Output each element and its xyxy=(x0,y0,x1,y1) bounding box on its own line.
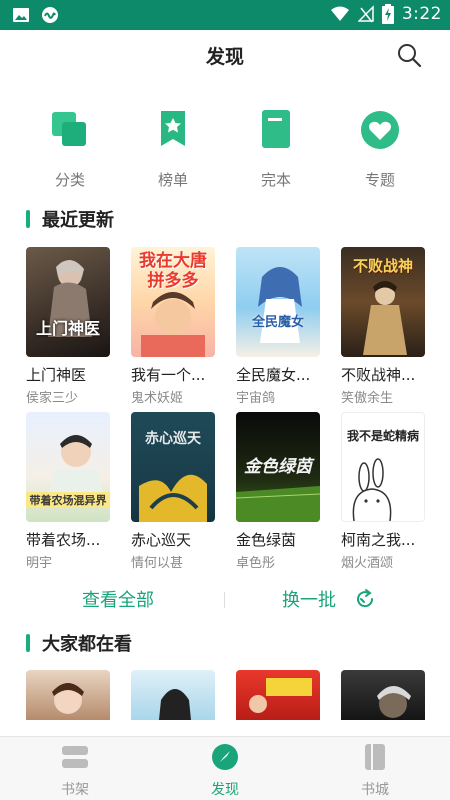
section-actions: 查看全部 换一批 xyxy=(0,584,450,616)
book-author: 宇宙鸽 xyxy=(236,391,276,406)
section-marker xyxy=(26,210,30,228)
category-completed[interactable]: 完本 xyxy=(231,108,321,190)
category-label: 榜单 xyxy=(157,171,188,189)
refresh-label: 换一批 xyxy=(282,590,336,611)
section-title: 最近更新 xyxy=(42,210,114,231)
app-notification-icon xyxy=(42,7,58,23)
book-card[interactable]: 我不是蛇精病 柯南之我... 烟火酒颂 xyxy=(341,412,425,571)
popular-cover-3[interactable] xyxy=(236,670,320,720)
book-cover: 上门神医 xyxy=(26,247,110,357)
book-title: 带着农场... xyxy=(26,531,101,549)
book-title: 全民魔女... xyxy=(236,366,311,384)
book-author: 笑傲余生 xyxy=(341,391,394,406)
book-card[interactable]: 我在大唐拼多多 我有一个... 鬼术妖姬 xyxy=(131,247,215,406)
section-recent-header: 最近更新 xyxy=(26,208,114,231)
cover-title: 我不是蛇精病 xyxy=(346,429,419,443)
category-label: 专题 xyxy=(364,171,395,189)
bookstore-icon xyxy=(365,744,385,770)
book-cover: 全民魔女 xyxy=(236,247,320,357)
nav-discover[interactable]: 发现 xyxy=(180,743,270,799)
search-icon xyxy=(398,44,422,68)
book-cover: 带着农场混异界 xyxy=(26,412,110,522)
refresh-icon[interactable] xyxy=(354,588,376,610)
heart-icon xyxy=(358,108,402,152)
nav-label: 书架 xyxy=(61,782,89,798)
book-title: 柯南之我... xyxy=(341,531,416,549)
search-button[interactable] xyxy=(396,42,422,68)
book-title: 我有一个... xyxy=(131,366,206,384)
category-classify[interactable]: 分类 xyxy=(25,108,115,190)
header: 发现 xyxy=(0,30,450,80)
refresh-batch-button[interactable]: 换一批 xyxy=(282,586,336,612)
book-title: 不败战神... xyxy=(341,366,416,384)
book-cover: 不败战神 xyxy=(341,247,425,357)
battery-charging-icon xyxy=(381,4,394,24)
category-row: 分类 榜单 完本 专题 xyxy=(0,108,450,192)
popular-cover-2[interactable] xyxy=(131,670,215,720)
book-author: 鬼术妖姬 xyxy=(131,391,184,406)
nav-label: 发现 xyxy=(211,782,239,798)
cover-title: 上门神医 xyxy=(35,319,100,338)
book-card[interactable]: 全民魔女 全民魔女... 宇宙鸽 xyxy=(236,247,320,406)
popular-cover-1[interactable] xyxy=(26,670,110,720)
book-card[interactable]: 赤心巡天 赤心巡天 情何以甚 xyxy=(131,412,215,571)
compass-icon xyxy=(212,744,238,770)
page-title: 发现 xyxy=(205,46,244,68)
book-card[interactable]: 不败战神 不败战神... 笑傲余生 xyxy=(341,247,425,406)
category-icon xyxy=(48,108,92,152)
nav-bookstore[interactable]: 书城 xyxy=(330,743,420,799)
cover-title: 我在大唐拼多多 xyxy=(139,251,207,291)
section-marker xyxy=(26,634,30,652)
cover-title: 不败战神 xyxy=(352,257,413,275)
status-bar: 3:22 xyxy=(0,0,450,30)
book-author: 烟火酒颂 xyxy=(341,556,394,571)
nav-bookshelf[interactable]: 书架 xyxy=(30,743,120,799)
category-label: 完本 xyxy=(260,171,291,189)
book-author: 明宇 xyxy=(26,556,53,571)
book-author: 情何以甚 xyxy=(131,556,184,571)
status-time: 3:22 xyxy=(401,4,442,24)
cover-title: 带着农场混异界 xyxy=(26,492,110,508)
cover-title: 全民魔女 xyxy=(251,315,304,330)
book-card[interactable]: 上门神医 上门神医 侯家三少 xyxy=(26,247,110,406)
book-cover: 赤心巡天 xyxy=(131,412,215,522)
category-ranking[interactable]: 榜单 xyxy=(128,108,218,190)
book-title: 赤心巡天 xyxy=(131,531,192,549)
cover-title: 金色绿茵 xyxy=(244,457,312,477)
book-author: 侯家三少 xyxy=(26,391,79,406)
bottom-navigation: 书架 发现 书城 xyxy=(0,736,450,800)
divider xyxy=(224,592,225,608)
wifi-icon xyxy=(330,6,349,21)
image-notification-icon xyxy=(13,8,29,22)
book-author: 卓色彤 xyxy=(236,556,276,571)
book-cover: 我不是蛇精病 xyxy=(341,412,425,522)
book-card[interactable]: 金色绿茵 金色绿茵 卓色彤 xyxy=(236,412,320,571)
category-topic[interactable]: 专题 xyxy=(335,108,425,190)
book-card[interactable]: 带着农场混异界 带着农场... 明宇 xyxy=(26,412,110,571)
section-popular-header: 大家都在看 xyxy=(26,632,132,655)
ranking-icon xyxy=(151,108,195,152)
nav-label: 书城 xyxy=(361,782,389,798)
popular-cover-4[interactable] xyxy=(341,670,425,720)
view-all-button[interactable]: 查看全部 xyxy=(82,586,154,612)
bookshelf-icon xyxy=(62,746,88,768)
category-label: 分类 xyxy=(54,171,85,189)
book-cover: 我在大唐拼多多 xyxy=(131,247,215,357)
book-cover: 金色绿茵 xyxy=(236,412,320,522)
book-title: 金色绿茵 xyxy=(236,531,297,549)
book-title: 上门神医 xyxy=(26,366,87,384)
cover-title: 赤心巡天 xyxy=(145,431,201,447)
section-title: 大家都在看 xyxy=(42,634,132,655)
no-signal-icon xyxy=(357,5,374,23)
completed-book-icon xyxy=(254,108,298,152)
